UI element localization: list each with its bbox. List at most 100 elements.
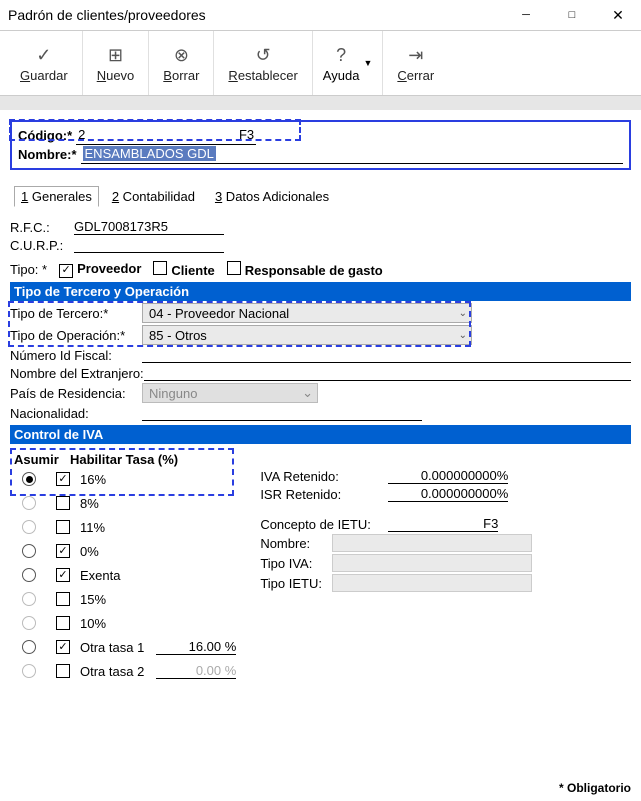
cerrar-button[interactable]: ⇥ Cerrar	[383, 31, 448, 95]
delete-icon: ⊗	[174, 44, 189, 68]
numero-id-fiscal-input[interactable]	[142, 347, 631, 363]
maximize-button[interactable]: □	[549, 0, 595, 30]
nacionalidad-label: Nacionalidad:	[10, 406, 142, 421]
tab-generales[interactable]: 1 Generales	[14, 186, 99, 207]
habilitar-check-0[interactable]: ✓	[56, 544, 70, 558]
hdr-habilitar: Habilitar	[70, 452, 122, 467]
minimize-button[interactable]: ─	[503, 0, 549, 30]
chevron-down-icon[interactable]: ▼	[363, 58, 372, 68]
asumir-radio-10[interactable]	[22, 616, 36, 630]
concepto-ietu-input[interactable]: F3	[388, 516, 498, 532]
section-control-iva: Control de IVA	[10, 425, 631, 444]
iva-table: Asumir Habilitar Tasa (%) ✓ 16% 8% 11% ✓ 0…	[10, 448, 240, 687]
habilitar-check-exenta[interactable]: ✓	[56, 568, 70, 582]
tasa-otra1-label: Otra tasa 1	[80, 640, 144, 655]
habilitar-check-11[interactable]	[56, 520, 70, 534]
ietu-tipoietu-field	[332, 574, 532, 592]
numero-id-fiscal-label: Número Id Fiscal:	[10, 348, 142, 363]
help-icon: ?	[336, 44, 346, 68]
tasa-16-label: 16%	[80, 472, 106, 487]
tipo-label: Tipo: *	[10, 262, 47, 277]
responsable-label: Responsable de gasto	[245, 263, 383, 278]
asumir-radio-0[interactable]	[22, 544, 36, 558]
tab-contabilidad[interactable]: 2 Contabilidad	[105, 186, 202, 207]
ietu-tipoietu-label: Tipo IETU:	[260, 576, 332, 591]
tasa-0-label: 0%	[80, 544, 99, 559]
asumir-radio-8[interactable]	[22, 496, 36, 510]
pais-residencia-label: País de Residencia:	[10, 386, 142, 401]
ayuda-button[interactable]: ? Ayuda ▼	[313, 31, 384, 95]
tipo-tercero-select[interactable]: 04 - Proveedor Nacional⌄	[142, 303, 472, 323]
asumir-radio-exenta[interactable]	[22, 568, 36, 582]
tipo-operacion-label: Tipo de Operación:*	[10, 328, 142, 343]
exit-icon: ⇥	[408, 44, 423, 68]
isr-retenido-label: ISR Retenido:	[260, 487, 388, 502]
chevron-down-icon: ⌄	[302, 385, 313, 401]
isr-retenido-input[interactable]: 0.000000000%	[388, 486, 508, 502]
habilitar-check-15[interactable]	[56, 592, 70, 606]
toolbar: ✓ Guardar ⊞ Nuevo ⊗ Borrar ↺ Restablecer…	[0, 30, 641, 96]
tasa-11-label: 11%	[80, 520, 105, 535]
ietu-nombre-label: Nombre:	[260, 536, 332, 551]
rfc-input[interactable]: GDL7008173R5	[74, 219, 224, 235]
nombre-extranjero-label: Nombre del Extranjero:	[10, 366, 144, 381]
asumir-radio-otra2[interactable]	[22, 664, 36, 678]
tasa-10-label: 10%	[80, 616, 106, 631]
tasa-15-label: 15%	[80, 592, 106, 607]
responsable-checkbox[interactable]	[227, 261, 241, 275]
window-title: Padrón de clientes/proveedores	[8, 7, 503, 23]
tipo-tercero-label: Tipo de Tercero:*	[10, 306, 142, 321]
asumir-radio-11[interactable]	[22, 520, 36, 534]
habilitar-check-16[interactable]: ✓	[56, 472, 70, 486]
separator	[0, 96, 641, 110]
codigo-input[interactable]: 2	[78, 127, 85, 142]
nombre-input[interactable]: ENSAMBLADOS GDL	[83, 146, 216, 161]
cliente-label: Cliente	[171, 263, 214, 278]
tab-datos-adicionales[interactable]: 3 Datos Adicionales	[208, 186, 336, 207]
title-bar: Padrón de clientes/proveedores ─ □ ✕	[0, 0, 641, 30]
tasa-8-label: 8%	[80, 496, 99, 511]
habilitar-check-otra1[interactable]: ✓	[56, 640, 70, 654]
codigo-f3-hint: F3	[239, 126, 254, 144]
restablecer-button[interactable]: ↺ Restablecer	[214, 31, 312, 95]
chevron-down-icon: ⌄	[459, 308, 467, 319]
nombre-extranjero-input[interactable]	[144, 365, 631, 381]
asumir-radio-15[interactable]	[22, 592, 36, 606]
iva-retenido-label: IVA Retenido:	[260, 469, 388, 484]
tab-content-generales: R.F.C.: GDL7008173R5 C.U.R.P.: Tipo: * ✓…	[0, 213, 641, 687]
cliente-checkbox[interactable]	[153, 261, 167, 275]
tasa-exenta-label: Exenta	[80, 568, 120, 583]
otra2-value[interactable]: 0.00 %	[156, 663, 236, 679]
rfc-label: R.F.C.:	[10, 220, 70, 235]
required-footer: * Obligatorio	[559, 781, 631, 795]
checkmark-icon: ✓	[36, 44, 51, 68]
nacionalidad-input[interactable]	[142, 405, 422, 421]
otra1-value[interactable]: 16.00 %	[156, 639, 236, 655]
reset-icon: ↺	[256, 44, 271, 68]
habilitar-check-otra2[interactable]	[56, 664, 70, 678]
hdr-asumir: Asumir	[14, 452, 70, 467]
section-tipo-tercero: Tipo de Tercero y Operación	[10, 282, 631, 301]
borrar-button[interactable]: ⊗ Borrar	[149, 31, 214, 95]
chevron-down-icon: ⌄	[459, 330, 467, 341]
tasa-otra2-label: Otra tasa 2	[80, 664, 144, 679]
iva-retenido-input[interactable]: 0.000000000%	[388, 468, 508, 484]
codigo-label: Código:*	[18, 127, 72, 145]
nuevo-button[interactable]: ⊞ Nuevo	[83, 31, 150, 95]
proveedor-checkbox[interactable]: ✓	[59, 264, 73, 278]
tipo-operacion-select[interactable]: 85 - Otros⌄	[142, 325, 472, 345]
pais-residencia-select: Ninguno⌄	[142, 383, 318, 403]
habilitar-check-8[interactable]	[56, 496, 70, 510]
close-window-button[interactable]: ✕	[595, 0, 641, 30]
habilitar-check-10[interactable]	[56, 616, 70, 630]
hdr-tasa: Tasa (%)	[126, 452, 179, 467]
ietu-nombre-field	[332, 534, 532, 552]
curp-input[interactable]	[74, 237, 224, 253]
asumir-radio-otra1[interactable]	[22, 640, 36, 654]
ietu-tipoiva-field	[332, 554, 532, 572]
ietu-tipoiva-label: Tipo IVA:	[260, 556, 332, 571]
identity-box: Código:* 2 F3 Nombre:* ENSAMBLADOS GDL	[10, 120, 631, 170]
asumir-radio-16[interactable]	[22, 472, 36, 486]
guardar-button[interactable]: ✓ Guardar	[6, 31, 83, 95]
concepto-ietu-label: Concepto de IETU:	[260, 517, 388, 532]
